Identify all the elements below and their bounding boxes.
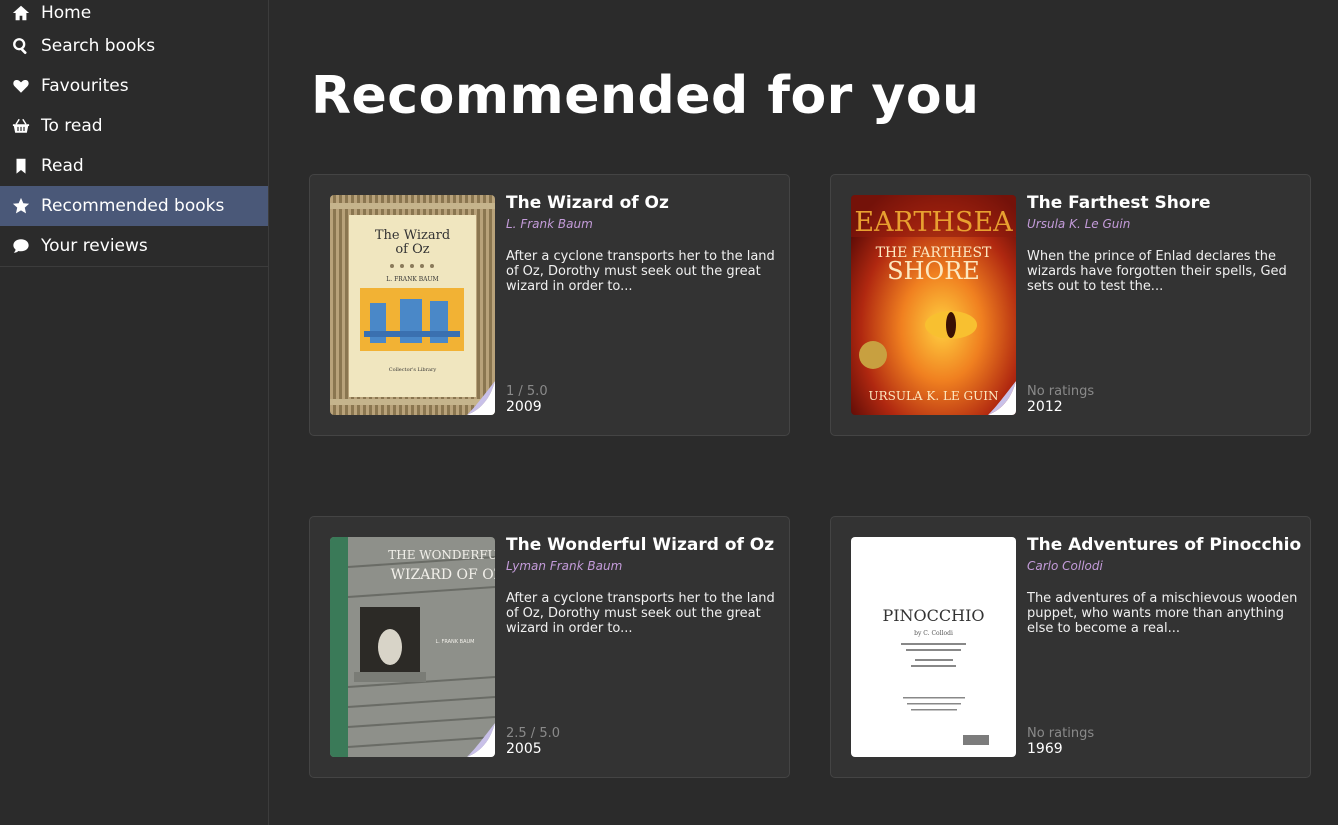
sidebar-item-read[interactable]: Read [0, 146, 268, 186]
book-cover[interactable]: PINOCCHIO by C. Collodi [851, 537, 1016, 757]
main-content: Recommended for you The Wizard of Oz L. … [269, 0, 1338, 825]
heart-icon [12, 77, 30, 95]
book-title[interactable]: The Farthest Shore [1027, 193, 1302, 213]
star-icon [12, 197, 30, 215]
sidebar-item-to-read[interactable]: To read [0, 106, 268, 146]
book-title[interactable]: The Wizard of Oz [506, 193, 781, 213]
svg-text:PINOCCHIO: PINOCCHIO [882, 606, 984, 625]
book-description: When the prince of Enlad declares the wi… [1027, 249, 1287, 294]
book-author: L. Frank Baum [506, 217, 593, 231]
page-curl-icon [467, 723, 495, 757]
book-info: The Wonderful Wizard of Oz Lyman Frank B… [506, 535, 781, 636]
svg-text:WIZARD OF OZ: WIZARD OF OZ [391, 567, 495, 583]
bookmark-icon [12, 157, 30, 175]
comment-icon [12, 237, 30, 255]
book-card[interactable]: EARTHSEA THE FARTHEST SHORE URSULA K. LE… [830, 174, 1311, 436]
book-year: 2005 [506, 741, 542, 757]
search-icon [12, 37, 30, 55]
book-description: After a cyclone transports her to the la… [506, 249, 775, 294]
book-rating: 1 / 5.0 [506, 384, 548, 399]
sidebar-item-label: Search books [41, 36, 156, 56]
book-title[interactable]: The Wonderful Wizard of Oz [506, 535, 781, 555]
sidebar-item-label: Your reviews [41, 236, 148, 256]
basket-icon [12, 117, 30, 135]
book-author: Carlo Collodi [1027, 559, 1103, 573]
sidebar-item-recommended-books[interactable]: Recommended books [0, 186, 268, 226]
svg-text:URSULA K. LE GUIN: URSULA K. LE GUIN [868, 389, 998, 403]
book-year: 2009 [506, 399, 542, 415]
book-card[interactable]: PINOCCHIO by C. Collodi The Adventures o… [830, 516, 1311, 778]
sidebar-item-your-reviews[interactable]: Your reviews [0, 226, 268, 266]
book-description: The adventures of a mischievous wooden p… [1027, 591, 1298, 636]
book-description: After a cyclone transports her to the la… [506, 591, 775, 636]
svg-text:L. FRANK BAUM: L. FRANK BAUM [436, 639, 475, 645]
book-author: Lyman Frank Baum [506, 559, 623, 573]
page-curl-icon [467, 381, 495, 415]
sidebar-item-label: Favourites [41, 76, 129, 96]
sidebar-item-label: Recommended books [41, 196, 225, 216]
sidebar: Home Search books Favourites To read Rea… [0, 0, 269, 825]
svg-text:The Wizard: The Wizard [375, 228, 450, 243]
sidebar-item-home[interactable]: Home [0, 0, 268, 26]
home-icon [12, 4, 30, 22]
book-year: 1969 [1027, 741, 1063, 757]
book-info: The Farthest Shore Ursula K. Le Guin Whe… [1027, 193, 1302, 294]
page-title: Recommended for you [311, 66, 980, 126]
book-info: The Wizard of Oz L. Frank Baum After a c… [506, 193, 781, 294]
book-author: Ursula K. Le Guin [1027, 217, 1131, 231]
sidebar-item-label: Read [41, 156, 84, 176]
book-card[interactable]: THE WONDERFUL WIZARD OF OZ L. FRANK BAUM… [309, 516, 790, 778]
book-title[interactable]: The Adventures of Pinocchio [1027, 535, 1302, 555]
book-rating: 2.5 / 5.0 [506, 726, 560, 741]
sidebar-nav: Home Search books Favourites To read Rea… [0, 0, 268, 267]
svg-text:SHORE: SHORE [887, 257, 980, 285]
book-cover[interactable]: The Wizard of Oz L. FRANK BAUM Collector… [330, 195, 495, 415]
book-rating: No ratings [1027, 384, 1095, 399]
sidebar-item-label: Home [41, 3, 92, 23]
sidebar-item-favourites[interactable]: Favourites [0, 66, 268, 106]
page-curl-icon [988, 381, 1016, 415]
sidebar-item-label: To read [41, 116, 103, 136]
book-card[interactable]: The Wizard of Oz L. FRANK BAUM Collector… [309, 174, 790, 436]
svg-text:L. FRANK BAUM: L. FRANK BAUM [386, 276, 438, 283]
svg-text:by C. Collodi: by C. Collodi [914, 630, 953, 637]
book-rating: No ratings [1027, 726, 1095, 741]
sidebar-item-search-books[interactable]: Search books [0, 26, 268, 66]
book-cover[interactable]: EARTHSEA THE FARTHEST SHORE URSULA K. LE… [851, 195, 1016, 415]
svg-text:EARTHSEA: EARTHSEA [854, 207, 1013, 238]
svg-text:THE WONDERFUL: THE WONDERFUL [388, 548, 495, 562]
book-year: 2012 [1027, 399, 1063, 415]
book-info: The Adventures of Pinocchio Carlo Collod… [1027, 535, 1302, 636]
svg-text:of Oz: of Oz [395, 242, 429, 257]
book-cover[interactable]: THE WONDERFUL WIZARD OF OZ L. FRANK BAUM [330, 537, 495, 757]
svg-text:Collector's Library: Collector's Library [389, 367, 437, 373]
